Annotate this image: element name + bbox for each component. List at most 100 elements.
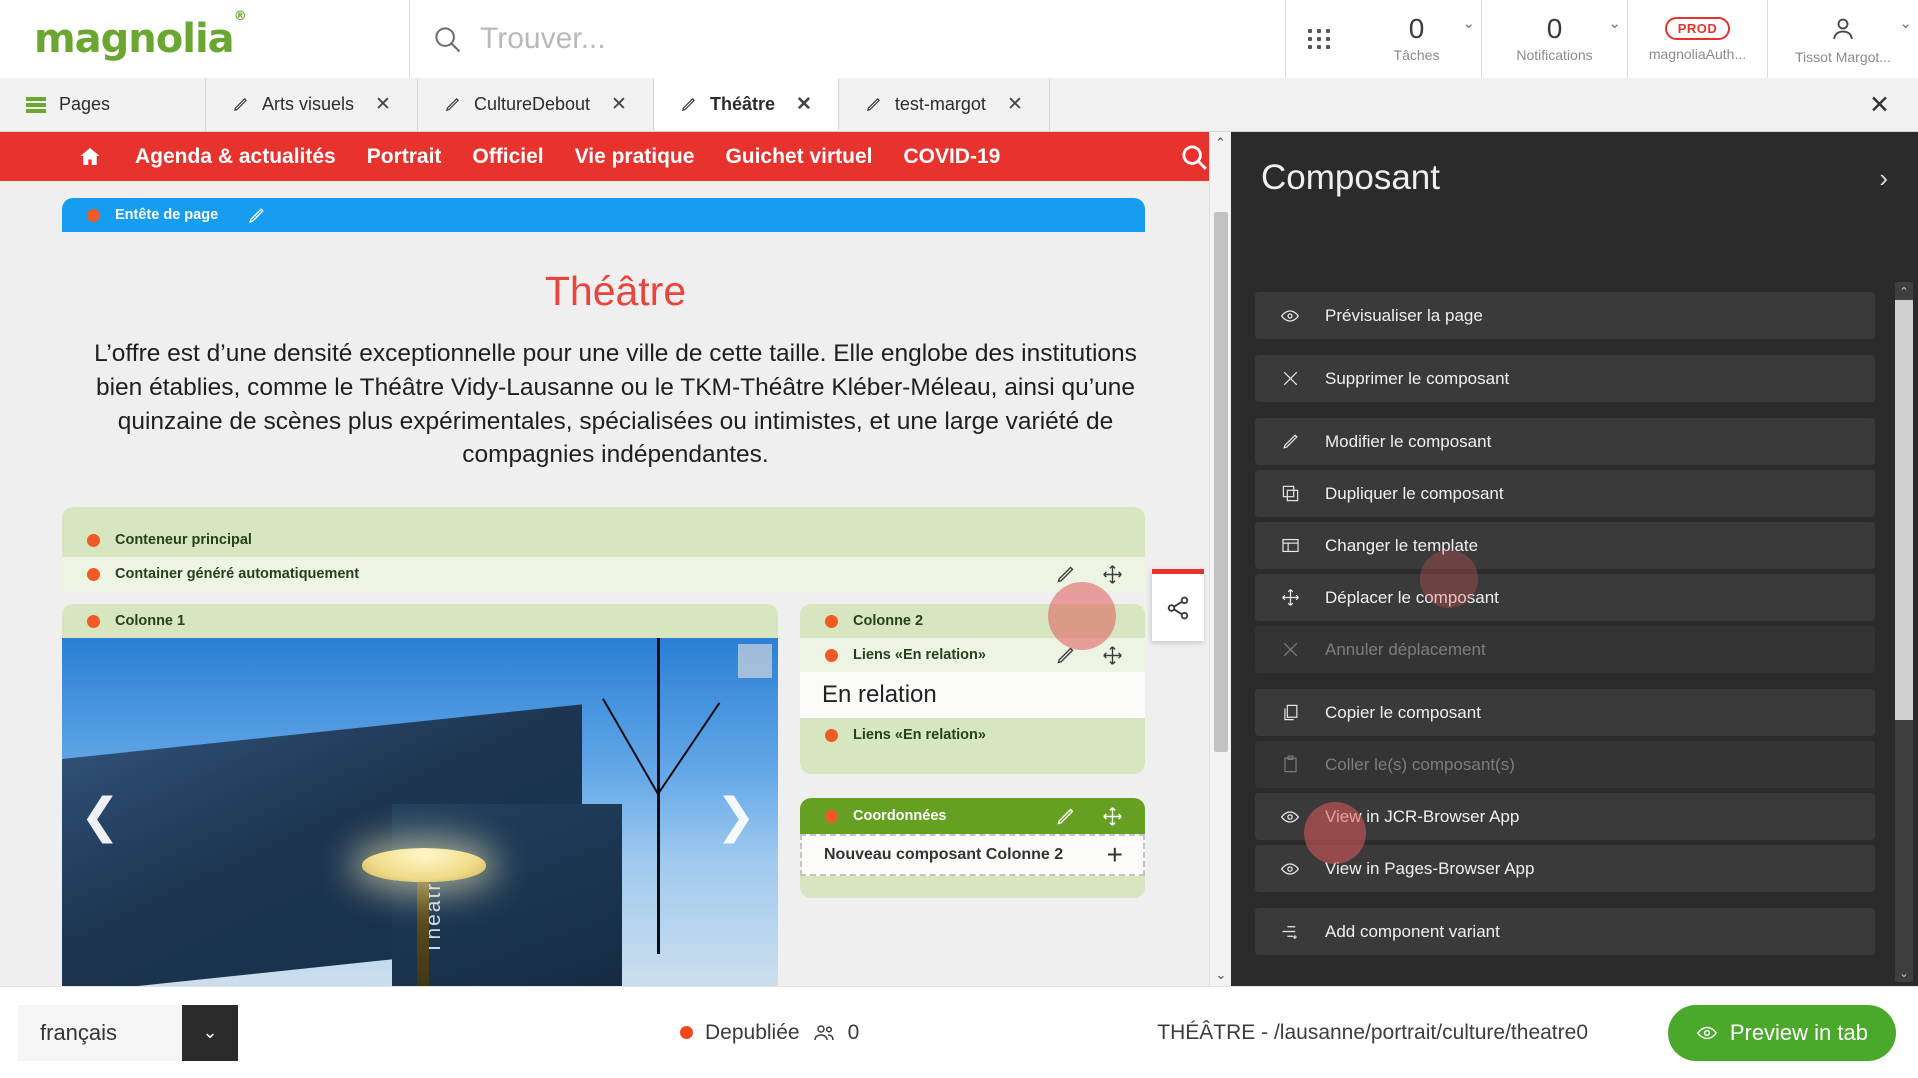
scroll-up-arrow[interactable]: ⌃ <box>1210 132 1231 154</box>
tab-close-icon[interactable]: ✕ <box>375 93 391 116</box>
component-bar-colonne-2[interactable]: Colonne 2 <box>800 604 1145 639</box>
logo-text: magnolia <box>34 16 235 62</box>
relation-widget-title: En relation <box>822 681 937 709</box>
action-label: Copier le composant <box>1325 702 1481 722</box>
column-1: Colonne 1 Théâtre ❮ ❯ <box>62 604 778 986</box>
scroll-down-arrow[interactable]: ⌄ <box>1895 964 1913 982</box>
duplicate-icon <box>1279 484 1301 503</box>
action-view-in-jcr-browser-app[interactable]: View in JCR-Browser App <box>1255 793 1875 840</box>
component-bar-colonne-1[interactable]: Colonne 1 <box>62 604 778 639</box>
search-input[interactable] <box>480 22 1248 56</box>
component-bar-label: Entête de page <box>115 207 219 223</box>
pencil-icon[interactable] <box>247 206 266 225</box>
component-bar-conteneur-principal[interactable]: Conteneur principal <box>62 523 1145 558</box>
component-bar-label: Conteneur principal <box>115 532 252 549</box>
component-bar-liens-en-relation-2[interactable]: Liens «En relation» <box>800 718 1145 753</box>
add-new-component-label: Nouveau composant Colonne 2 <box>824 846 1064 864</box>
site-nav-link-guichet-virtuel[interactable]: Guichet virtuel <box>725 145 872 169</box>
share-icon <box>1167 596 1189 619</box>
action-previsualiser-la-page[interactable]: Prévisualiser la page <box>1255 292 1875 339</box>
global-search[interactable] <box>410 0 1286 78</box>
scroll-thumb[interactable] <box>1895 300 1913 720</box>
action-deplacer-le-composant[interactable]: Déplacer le composant <box>1255 574 1875 621</box>
move-icon[interactable] <box>1102 645 1123 666</box>
move-icon[interactable] <box>1102 806 1123 827</box>
tab-theatre[interactable]: Théâtre ✕ <box>653 78 839 131</box>
tab-label: CultureDebout <box>473 94 591 114</box>
component-bar-liens-en-relation[interactable]: Liens «En relation» <box>800 638 1145 673</box>
component-bar-container-auto[interactable]: Container généré automatiquement <box>62 557 1145 592</box>
scroll-down-arrow[interactable]: ⌄ <box>1210 964 1231 986</box>
carousel-next-arrow[interactable]: ❯ <box>716 788 756 844</box>
tab-pages[interactable]: Pages <box>0 78 206 131</box>
preview-in-tab-button[interactable]: Preview in tab <box>1667 1004 1896 1061</box>
chevron-down-icon[interactable]: ⌄ <box>182 1004 238 1061</box>
scroll-thumb[interactable] <box>1214 212 1228 752</box>
action-changer-le-template[interactable]: Changer le template <box>1255 522 1875 569</box>
site-search-icon[interactable] <box>1179 142 1209 172</box>
panel-scrollbar[interactable]: ⌃ ⌄ <box>1895 282 1913 982</box>
site-nav-link-agenda[interactable]: Agenda & actualités <box>135 145 336 169</box>
action-copier-le-composant[interactable]: Copier le composant <box>1255 689 1875 736</box>
notifications-indicator[interactable]: 0 Notifications ⌄ <box>1482 0 1628 78</box>
panel-title: Composant <box>1261 158 1440 197</box>
tree-silhouette <box>657 638 660 955</box>
site-nav-link-portrait[interactable]: Portrait <box>367 145 442 169</box>
component-actions <box>1055 806 1123 827</box>
action-supprimer-le-composant[interactable]: Supprimer le composant <box>1255 355 1875 402</box>
action-label: View in JCR-Browser App <box>1325 806 1520 826</box>
carousel-prev-arrow[interactable]: ❮ <box>80 788 120 844</box>
action-label: View in Pages-Browser App <box>1325 858 1535 878</box>
site-nav-link-vie-pratique[interactable]: Vie pratique <box>575 145 695 169</box>
chevron-down-icon[interactable]: ⌄ <box>1462 14 1475 32</box>
action-label: Dupliquer le composant <box>1325 483 1504 503</box>
component-bar-coordonnees[interactable]: Coordonnées <box>800 798 1145 835</box>
action-dupliquer-le-composant[interactable]: Dupliquer le composant <box>1255 470 1875 517</box>
tasks-indicator[interactable]: 0 Tâches ⌄ <box>1352 0 1482 78</box>
tab-arts-visuels[interactable]: Arts visuels ✕ <box>206 78 418 131</box>
scroll-up-arrow[interactable]: ⌃ <box>1895 282 1913 300</box>
component-actions <box>1055 645 1123 666</box>
component-bar-entete-de-page[interactable]: Entête de page <box>62 198 1145 232</box>
pencil-icon[interactable] <box>1055 564 1076 585</box>
user-menu[interactable]: Tissot Margot... ⌄ <box>1768 0 1918 78</box>
instance-indicator[interactable]: PROD magnoliaAuth... <box>1628 0 1768 78</box>
magnolia-logo[interactable]: magnolia® <box>0 0 410 78</box>
chevron-right-icon[interactable]: › <box>1879 163 1888 194</box>
photo-corner-overlay <box>738 644 772 679</box>
instance-label: magnoliaAuth... <box>1648 45 1747 62</box>
tab-culturedebout[interactable]: CultureDebout ✕ <box>417 78 654 131</box>
panel-header: Composant › <box>1231 132 1918 198</box>
chevron-down-icon[interactable]: ⌄ <box>1608 14 1621 32</box>
share-flyout-button[interactable] <box>1152 569 1204 641</box>
component-status-dot <box>87 208 100 222</box>
action-add-component-variant[interactable]: Add component variant <box>1255 908 1875 955</box>
tab-close-icon[interactable]: ✕ <box>611 93 627 116</box>
move-icon[interactable] <box>1102 564 1123 585</box>
stage-scrollbar[interactable]: ⌃ ⌄ <box>1209 132 1231 986</box>
add-new-component-colonne-2[interactable]: Nouveau composant Colonne 2 + <box>800 834 1145 877</box>
apps-launcher-button[interactable] <box>1286 0 1352 78</box>
pencil-icon <box>681 97 695 111</box>
action-view-in-pages-browser-app[interactable]: View in Pages-Browser App <box>1255 845 1875 892</box>
plus-icon[interactable]: + <box>1107 839 1123 871</box>
home-icon[interactable] <box>78 145 102 169</box>
tab-test-margot[interactable]: test-margot ✕ <box>838 78 1050 131</box>
component-status-dot <box>825 809 838 823</box>
close-all-tabs-icon[interactable]: ✕ <box>1869 90 1890 120</box>
tab-close-icon[interactable]: ✕ <box>796 93 812 116</box>
chevron-down-icon[interactable]: ⌄ <box>1899 14 1912 32</box>
component-status-dot <box>825 648 838 662</box>
site-nav-link-officiel[interactable]: Officiel <box>472 145 543 169</box>
action-label: Prévisualiser la page <box>1325 305 1483 325</box>
pencil-icon[interactable] <box>1055 645 1076 666</box>
pencil-icon[interactable] <box>1055 806 1076 827</box>
tab-close-icon[interactable]: ✕ <box>1007 93 1023 116</box>
action-modifier-le-composant[interactable]: Modifier le composant <box>1255 418 1875 465</box>
language-selector[interactable]: français ⌄ <box>18 1004 238 1061</box>
template-icon <box>1279 536 1301 555</box>
users-icon <box>813 1024 834 1040</box>
user-avatar-icon <box>1833 18 1853 39</box>
column-2: Colonne 2 Liens «En relation» En relatio… <box>800 604 1145 986</box>
site-nav-link-covid19[interactable]: COVID-19 <box>903 145 1000 169</box>
